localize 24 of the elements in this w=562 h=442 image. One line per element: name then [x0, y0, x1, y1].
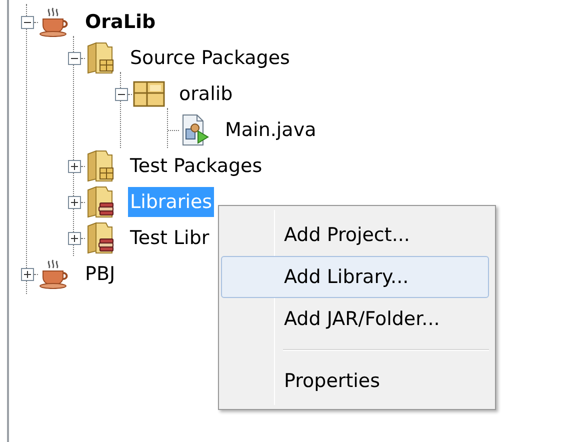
menu-item[interactable]: Properties [221, 360, 489, 402]
menu-item[interactable]: Add Library... [221, 256, 489, 298]
folder-icon [86, 150, 116, 182]
folder-icon [86, 222, 116, 254]
tree-item[interactable]: PBJ [83, 259, 118, 289]
tree-item[interactable]: OraLib [83, 7, 158, 37]
java-file-icon [181, 114, 211, 146]
folder-icon [86, 186, 116, 218]
expand-toggle[interactable] [68, 160, 81, 172]
package-icon [133, 80, 165, 108]
tree-item[interactable]: oralib [177, 79, 235, 109]
expand-toggle[interactable] [68, 232, 81, 244]
tree-item[interactable]: Main.java [223, 115, 318, 145]
expand-toggle[interactable] [68, 196, 81, 208]
tree-item[interactable]: Test Libr [128, 223, 212, 253]
collapse-toggle[interactable] [115, 88, 128, 100]
menu-item[interactable]: Add JAR/Folder... [221, 298, 489, 340]
expand-toggle[interactable] [21, 268, 34, 280]
collapse-toggle[interactable] [21, 16, 34, 28]
tree-item[interactable]: Test Packages [128, 151, 264, 181]
folder-icon [86, 42, 116, 74]
menu-item[interactable]: Add Project... [221, 214, 489, 256]
collapse-toggle[interactable] [68, 52, 81, 64]
tree-item[interactable]: Source Packages [128, 43, 292, 73]
